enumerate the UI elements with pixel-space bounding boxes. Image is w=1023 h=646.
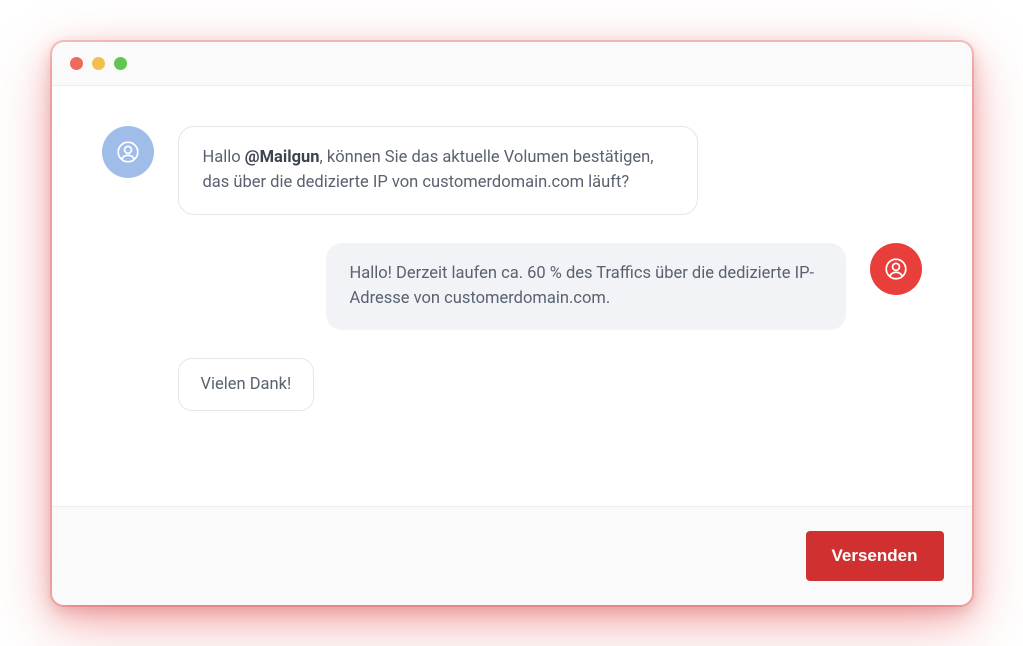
minimize-dot-icon[interactable] (92, 57, 105, 70)
message-row-user: Hallo @Mailgun, können Sie das aktuelle … (102, 126, 922, 215)
chat-footer: Versenden (52, 506, 972, 605)
message-row-user: Vielen Dank! (102, 358, 922, 411)
person-icon (883, 256, 909, 282)
chat-window: Hallo @Mailgun, können Sie das aktuelle … (52, 42, 972, 605)
mention: @Mailgun (245, 148, 320, 167)
close-dot-icon[interactable] (70, 57, 83, 70)
user-avatar (102, 126, 154, 178)
message-text: Vielen Dank! (201, 375, 292, 394)
message-row-agent: Hallo! Derzeit laufen ca. 60 % des Traff… (102, 243, 922, 330)
agent-avatar (870, 243, 922, 295)
chat-messages: Hallo @Mailgun, können Sie das aktuelle … (52, 86, 972, 506)
message-bubble: Vielen Dank! (178, 358, 315, 411)
maximize-dot-icon[interactable] (114, 57, 127, 70)
message-bubble: Hallo! Derzeit laufen ca. 60 % des Traff… (326, 243, 846, 330)
message-text-pre: Hallo (203, 148, 245, 167)
message-bubble: Hallo @Mailgun, können Sie das aktuelle … (178, 126, 698, 215)
person-icon (115, 139, 141, 165)
window-titlebar (52, 42, 972, 86)
send-button[interactable]: Versenden (806, 531, 944, 581)
message-text: Hallo! Derzeit laufen ca. 60 % des Traff… (350, 264, 815, 309)
